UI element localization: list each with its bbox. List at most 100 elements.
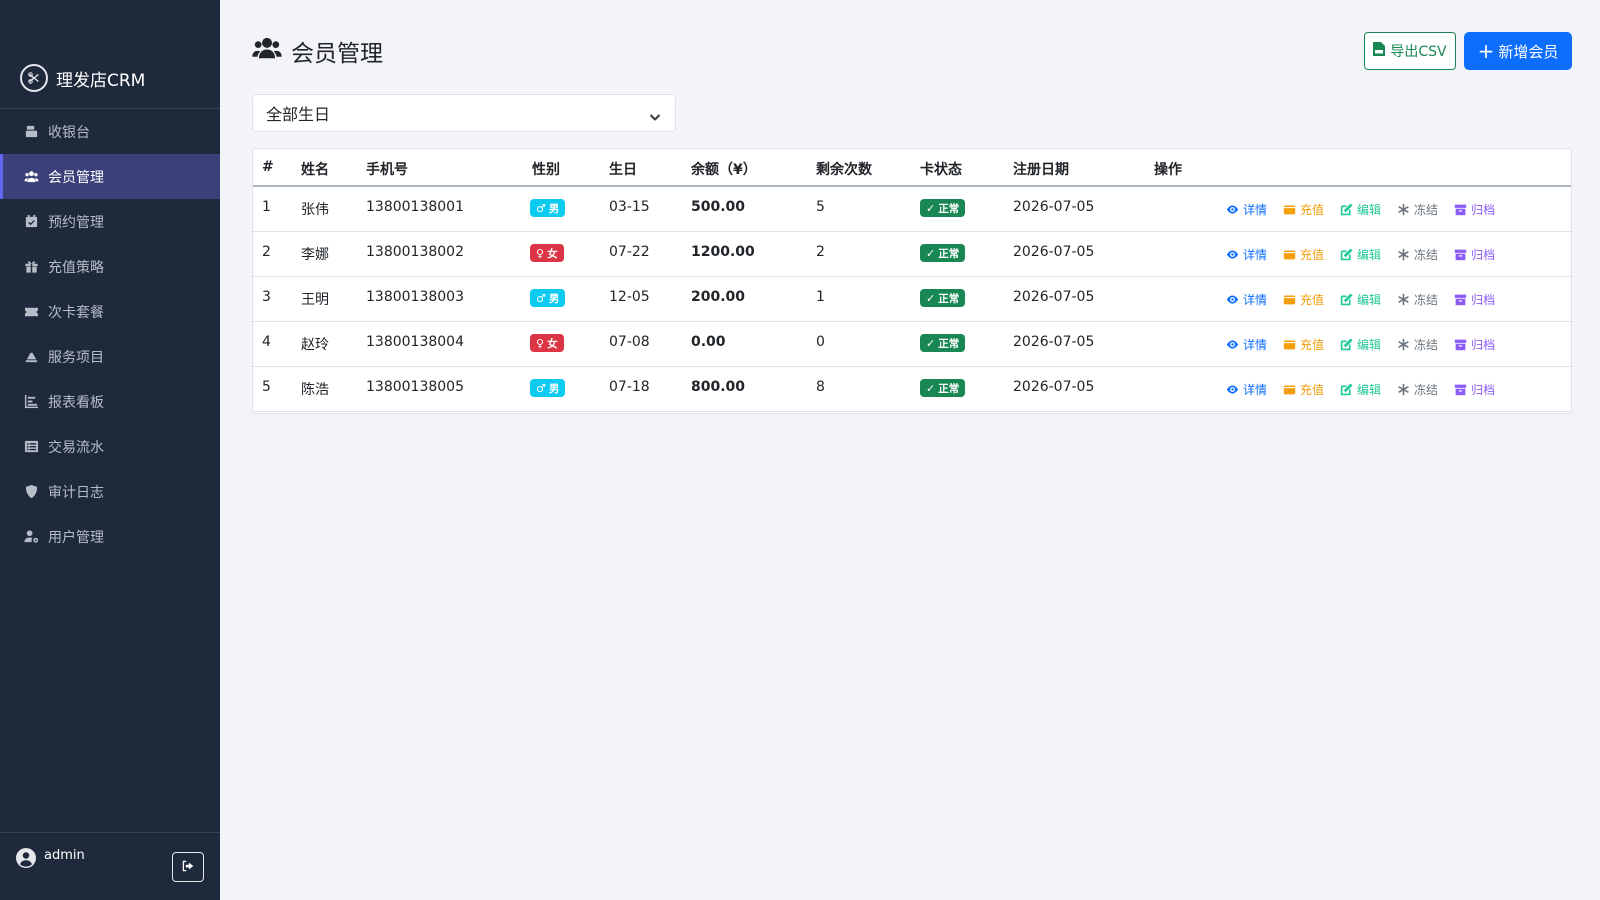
gender-label: 女 — [547, 247, 558, 260]
page-title-text: 会员管理 — [291, 41, 383, 67]
edit-button[interactable]: 编辑 — [1340, 381, 1381, 398]
snowflake-icon — [1398, 203, 1409, 216]
cell-remaining: 2 — [816, 244, 825, 260]
sidebar-item-recharge-strategy[interactable]: 充值策略 — [0, 244, 220, 289]
users-icon — [22, 168, 40, 186]
archive-button[interactable]: 归档 — [1454, 291, 1495, 308]
edit-icon — [1340, 338, 1353, 351]
archive-icon — [1454, 384, 1467, 396]
freeze-button[interactable]: 冻结 — [1397, 291, 1438, 308]
table-row: 3 王明 13800138003 ♂ 男 12-05 200.00 1 ✓ 正常 2026-07-0… — [253, 277, 1571, 322]
card-status-badge: ✓ 正常 — [920, 289, 966, 307]
row-actions: 详情 充值 编辑 冻结 归档 — [1226, 201, 1511, 218]
cell-index: 5 — [262, 379, 271, 395]
view-details-button[interactable]: 详情 — [1226, 291, 1267, 308]
divider — [0, 832, 220, 833]
freeze-button[interactable]: 冻结 — [1397, 381, 1438, 398]
archive-button[interactable]: 归档 — [1454, 201, 1495, 218]
cell-remaining: 0 — [816, 334, 825, 350]
view-details-button[interactable]: 详情 — [1226, 381, 1267, 398]
female-icon: ♀ — [536, 336, 545, 350]
sidebar-item-services[interactable]: 服务项目 — [0, 334, 220, 379]
edit-icon — [1340, 383, 1353, 396]
sidebar-item-label: 预约管理 — [48, 214, 104, 231]
sidebar-item-members[interactable]: 会员管理 — [0, 154, 220, 199]
sidebar-item-label: 交易流水 — [48, 439, 104, 456]
eye-icon — [1226, 385, 1239, 394]
sidebar-item-punch-card[interactable]: 次卡套餐 — [0, 289, 220, 334]
column-header-name: 姓名 — [301, 162, 329, 178]
recharge-button[interactable]: 充值 — [1283, 201, 1324, 218]
brand[interactable]: 理发店CRM — [20, 64, 145, 92]
archive-button[interactable]: 归档 — [1454, 246, 1495, 263]
card-status-label: 正常 — [938, 292, 960, 305]
freeze-label: 冻结 — [1414, 293, 1439, 307]
user-avatar-icon — [16, 848, 36, 868]
cell-birthday: 12-05 — [609, 289, 650, 305]
csv-file-icon — [1373, 42, 1390, 60]
cell-index: 3 — [262, 289, 271, 305]
check-icon: ✓ — [926, 201, 936, 215]
gender-label: 女 — [547, 337, 558, 350]
birthday-filter-value: 全部生日 — [266, 105, 331, 124]
export-csv-button[interactable]: 导出CSV — [1364, 32, 1456, 70]
recharge-button[interactable]: 充值 — [1283, 381, 1324, 398]
view-details-label: 详情 — [1243, 293, 1268, 307]
add-member-button[interactable]: + 新增会员 — [1464, 32, 1572, 70]
edit-button[interactable]: 编辑 — [1340, 201, 1381, 218]
plus-icon: + — [1477, 39, 1495, 63]
sidebar-item-users[interactable]: 用户管理 — [0, 514, 220, 559]
recharge-button[interactable]: 充值 — [1283, 291, 1324, 308]
scissors-logo-icon — [20, 64, 48, 92]
edit-button[interactable]: 编辑 — [1340, 336, 1381, 353]
archive-label: 归档 — [1471, 383, 1496, 397]
logout-button[interactable] — [172, 852, 204, 882]
export-csv-label: 导出CSV — [1390, 44, 1447, 60]
table-row: 2 李娜 13800138002 ♀ 女 07-22 1200.00 2 ✓ 正常 2026-07-… — [253, 232, 1571, 277]
cell-registered-date: 2026-07-05 — [1013, 334, 1095, 350]
gender-badge: ♂ 男 — [530, 289, 566, 307]
view-details-button[interactable]: 详情 — [1226, 336, 1267, 353]
sidebar-item-cashier[interactable]: 收银台 — [0, 109, 220, 154]
sidebar-item-label: 报表看板 — [48, 394, 104, 411]
archive-button[interactable]: 归档 — [1454, 336, 1495, 353]
edit-button[interactable]: 编辑 — [1340, 291, 1381, 308]
cell-balance: 0.00 — [691, 334, 726, 350]
gender-label: 男 — [548, 202, 560, 215]
snowflake-icon — [1398, 383, 1409, 396]
sidebar-item-label: 次卡套餐 — [48, 304, 104, 321]
sidebar-item-transactions[interactable]: 交易流水 — [0, 424, 220, 469]
freeze-button[interactable]: 冻结 — [1397, 246, 1438, 263]
archive-button[interactable]: 归档 — [1454, 381, 1495, 398]
wallet-icon — [1283, 340, 1296, 350]
edit-button[interactable]: 编辑 — [1340, 246, 1381, 263]
recharge-label: 充值 — [1300, 248, 1325, 262]
recharge-label: 充值 — [1300, 383, 1325, 397]
sidebar-item-reports[interactable]: 报表看板 — [0, 379, 220, 424]
view-details-button[interactable]: 详情 — [1226, 201, 1267, 218]
cell-phone: 13800138005 — [366, 379, 464, 395]
cell-birthday: 07-22 — [609, 244, 650, 260]
page-title: 会员管理 — [252, 36, 383, 67]
cell-remaining: 5 — [816, 199, 825, 215]
recharge-button[interactable]: 充值 — [1283, 336, 1324, 353]
view-details-button[interactable]: 详情 — [1226, 246, 1267, 263]
view-details-label: 详情 — [1243, 338, 1268, 352]
edit-label: 编辑 — [1357, 338, 1382, 352]
recharge-button[interactable]: 充值 — [1283, 246, 1324, 263]
column-header-remaining: 剩余次数 — [816, 162, 872, 178]
sidebar-item-appointments[interactable]: 预约管理 — [0, 199, 220, 244]
archive-label: 归档 — [1471, 293, 1496, 307]
freeze-button[interactable]: 冻结 — [1397, 201, 1438, 218]
column-header-actions: 操作 — [1154, 162, 1182, 178]
eye-icon — [1226, 205, 1239, 214]
sidebar-item-label: 服务项目 — [48, 349, 104, 366]
male-icon: ♂ — [536, 291, 546, 305]
freeze-button[interactable]: 冻结 — [1397, 336, 1438, 353]
check-icon: ✓ — [926, 381, 936, 395]
birthday-filter-select[interactable]: 全部生日 — [252, 94, 676, 132]
card-status-badge: ✓ 正常 — [920, 199, 966, 217]
edit-icon — [1340, 248, 1353, 261]
card-status-badge: ✓ 正常 — [920, 244, 966, 262]
sidebar-item-audit-log[interactable]: 审计日志 — [0, 469, 220, 514]
